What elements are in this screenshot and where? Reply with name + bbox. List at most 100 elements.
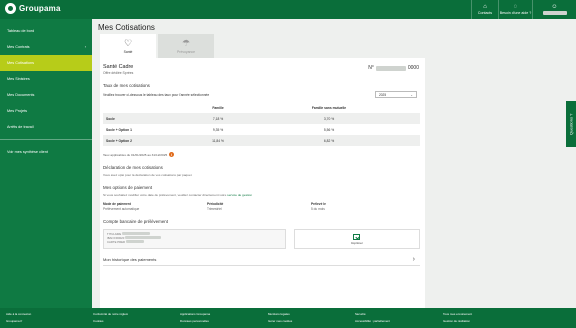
print-label: Imprimer xyxy=(350,240,363,245)
chevron-right-icon: › xyxy=(84,45,86,49)
footer-link[interactable]: Applications Groupama xyxy=(180,312,210,316)
main-content: Mes Cotisations ♡ Santé ☂ Prévoyance San… xyxy=(92,19,576,316)
taux-question: Veuillez trouver ci-dessous le tableau d… xyxy=(103,92,210,97)
table-cell: Socle + Option 1 xyxy=(106,127,132,132)
contacts-icon: ⌂ xyxy=(483,4,487,10)
download-icon xyxy=(353,233,361,240)
table-cell: 7,18 % xyxy=(212,116,224,121)
sidebar-item-sick-leave[interactable]: Arrêts de travail xyxy=(0,119,92,135)
sidebar-item-dashboard[interactable]: Tableau de bord xyxy=(0,23,92,39)
help-button[interactable]: ◌ Besoin d'une aide ? xyxy=(498,0,532,19)
chevron-down-icon: ⌄ xyxy=(410,92,413,97)
sidebar-item-label: Arrêts de travail xyxy=(7,125,34,129)
user-menu[interactable]: ☺ xyxy=(532,0,576,19)
table-cell: 5,56 % xyxy=(323,127,335,132)
contacts-button[interactable]: ⌂ Contacts xyxy=(471,0,498,19)
taux-title: Taux de mes cotisations xyxy=(103,83,150,88)
footer-link[interactable]: Tous mes envoirement xyxy=(443,312,472,316)
payment-label: Périodicité xyxy=(207,202,224,206)
page-title: Mes Cotisations xyxy=(98,23,155,32)
declaration-title: Déclaration de mes cotisations xyxy=(103,165,163,170)
table-row: Socle 7,18 % 3,70 % xyxy=(103,113,420,124)
sidebar-item-contributions[interactable]: Mes Cotisations xyxy=(0,55,92,71)
payment-day: Prélevé le 5 du mois xyxy=(311,202,415,211)
contract-number: N° 0000 xyxy=(368,65,419,71)
footer-link[interactable]: Cookies xyxy=(93,319,103,323)
masked-value xyxy=(122,232,151,235)
sidebar-item-label: Mes Cotisations xyxy=(7,61,35,65)
payment-history-link[interactable]: Mon historique des paiements › xyxy=(103,256,420,263)
declaration-desc: Vous avez opté pour la déclaration de vo… xyxy=(103,173,192,177)
footer-link[interactable]: Gérer mes cookies xyxy=(268,319,292,323)
iban-box: TITULAIRE IBAN FR0020 CARTE PRER xyxy=(103,229,286,249)
masked-value xyxy=(125,236,162,240)
rates-note: Taux applicables du 01/01/2025 au 31/12/… xyxy=(103,152,420,157)
table-cell: Socle xyxy=(106,116,115,121)
heart-icon: ♡ xyxy=(123,38,133,48)
top-bar: Groupama ⌂ Contacts ◌ Besoin d'une aide … xyxy=(0,0,576,19)
footer-link[interactable]: Conformité de notre règlem xyxy=(93,312,128,316)
table-row: Socle + Option 2 11,84 % 6,82 % xyxy=(103,135,420,146)
rates-note-text: Taux applicables du 01/01/2025 au 31/12/… xyxy=(103,152,168,157)
year-select-value: 2025 xyxy=(379,92,387,97)
sidebar-item-documents[interactable]: Mes Documents xyxy=(0,87,92,103)
help-icon: ◌ xyxy=(513,4,518,10)
payment-periodicity: Périodicité Trimestriel xyxy=(207,202,311,211)
payment-details: Mode de paiement Prélèvement automatique… xyxy=(103,202,420,211)
sidebar-item-label: Mes Sinistres xyxy=(7,77,30,81)
payment-title: Mes options de paiement xyxy=(103,185,153,190)
payment-label: Prélevé le xyxy=(311,202,326,206)
sidebar-item-label: Mes Contrats xyxy=(7,45,30,49)
sidebar-item-client-summary[interactable]: Voir mes synthèse client xyxy=(0,144,92,160)
umbrella-icon: ☂ xyxy=(181,38,191,48)
user-icon: ☺ xyxy=(551,4,558,10)
sidebar-item-contracts[interactable]: Mes Contrats › xyxy=(0,39,92,55)
year-select[interactable]: 2025 ⌄ xyxy=(375,91,417,98)
footer-link[interactable]: Aide à la connexion xyxy=(6,312,31,316)
groupama-logo-icon xyxy=(5,3,16,14)
info-icon[interactable]: i xyxy=(169,152,175,157)
footer-link[interactable]: Données personnelles xyxy=(180,319,209,323)
sidebar-item-label: Tableau de bord xyxy=(7,29,35,33)
history-label: Mon historique des paiements xyxy=(103,257,157,262)
tab-sante[interactable]: ♡ Santé xyxy=(100,34,156,58)
footer-link[interactable]: Groupama.fr xyxy=(6,319,22,323)
service-link[interactable]: service de gestion xyxy=(227,193,252,197)
sidebar-item-claims[interactable]: Mes Sinistres xyxy=(0,71,92,87)
offer-name: Offre dédiée Sprées xyxy=(103,71,134,75)
masked-value xyxy=(125,240,144,244)
sidebar-item-projects[interactable]: Mes Projets xyxy=(0,103,92,119)
divider xyxy=(103,265,420,266)
tab-label: Santé xyxy=(123,50,133,54)
payment-label: Mode de paiement xyxy=(103,202,131,206)
user-name xyxy=(542,11,567,15)
tab-label: Prévoyance xyxy=(177,50,195,54)
brand-logo[interactable]: Groupama xyxy=(5,3,61,14)
table-cell: Socle + Option 2 xyxy=(106,138,132,143)
table-row: Socle + Option 1 9,35 % 5,56 % xyxy=(103,124,420,135)
payment-desc: Si vous souhaitez modifier votre date de… xyxy=(103,193,420,197)
print-iban-button[interactable]: Imprimer xyxy=(293,229,420,249)
column-header: Famille xyxy=(212,106,224,110)
payment-desc-text: Si vous souhaitez modifier votre date de… xyxy=(103,193,227,197)
table-cell: 9,35 % xyxy=(212,127,224,132)
footer-link[interactable]: Accessibilité : partiellement xyxy=(355,319,390,323)
product-tabs: ♡ Santé ☂ Prévoyance xyxy=(100,34,214,58)
footer: Aide à la connexion Groupama.fr Conformi… xyxy=(0,308,576,328)
rates-table: Famille Famille sans mutuelle Socle 7,18… xyxy=(103,103,420,146)
payment-value: Prélèvement automatique xyxy=(103,207,140,211)
sidebar-item-label: Mes Projets xyxy=(7,109,28,113)
tab-prevoyance[interactable]: ☂ Prévoyance xyxy=(158,34,214,58)
iban-line: CARTE PRER xyxy=(107,240,125,245)
questions-side-tab[interactable]: Questions ? xyxy=(566,101,576,147)
contract-number-prefix: N° xyxy=(368,65,374,71)
help-label: Besoin d'une aide ? xyxy=(499,11,532,15)
footer-link[interactable]: Mentions légales xyxy=(268,312,290,316)
column-header: Famille sans mutuelle xyxy=(311,106,347,110)
sidebar-item-label: Voir mes synthèse client xyxy=(7,150,48,154)
contract-number-masked xyxy=(375,65,406,71)
footer-link[interactable]: Gestion de résiliation xyxy=(443,319,470,323)
contacts-label: Contacts xyxy=(477,11,493,15)
footer-link[interactable]: Sécurité xyxy=(355,312,366,316)
sidebar: Tableau de bord Mes Contrats › Mes Cotisa… xyxy=(0,19,92,308)
